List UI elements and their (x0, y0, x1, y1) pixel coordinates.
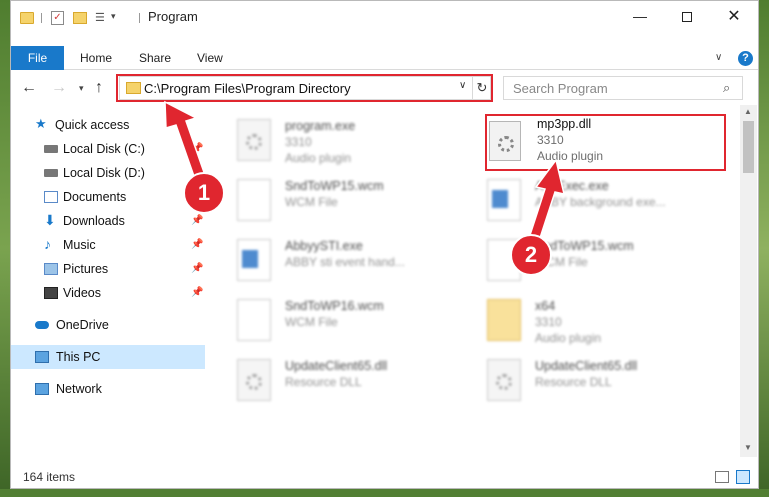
arrow-2 (529, 158, 566, 239)
step-badge-2: 2 (510, 234, 552, 276)
step-badge-1: 1 (183, 172, 225, 214)
arrow-1 (164, 100, 207, 183)
annotation-arrows (164, 100, 566, 239)
